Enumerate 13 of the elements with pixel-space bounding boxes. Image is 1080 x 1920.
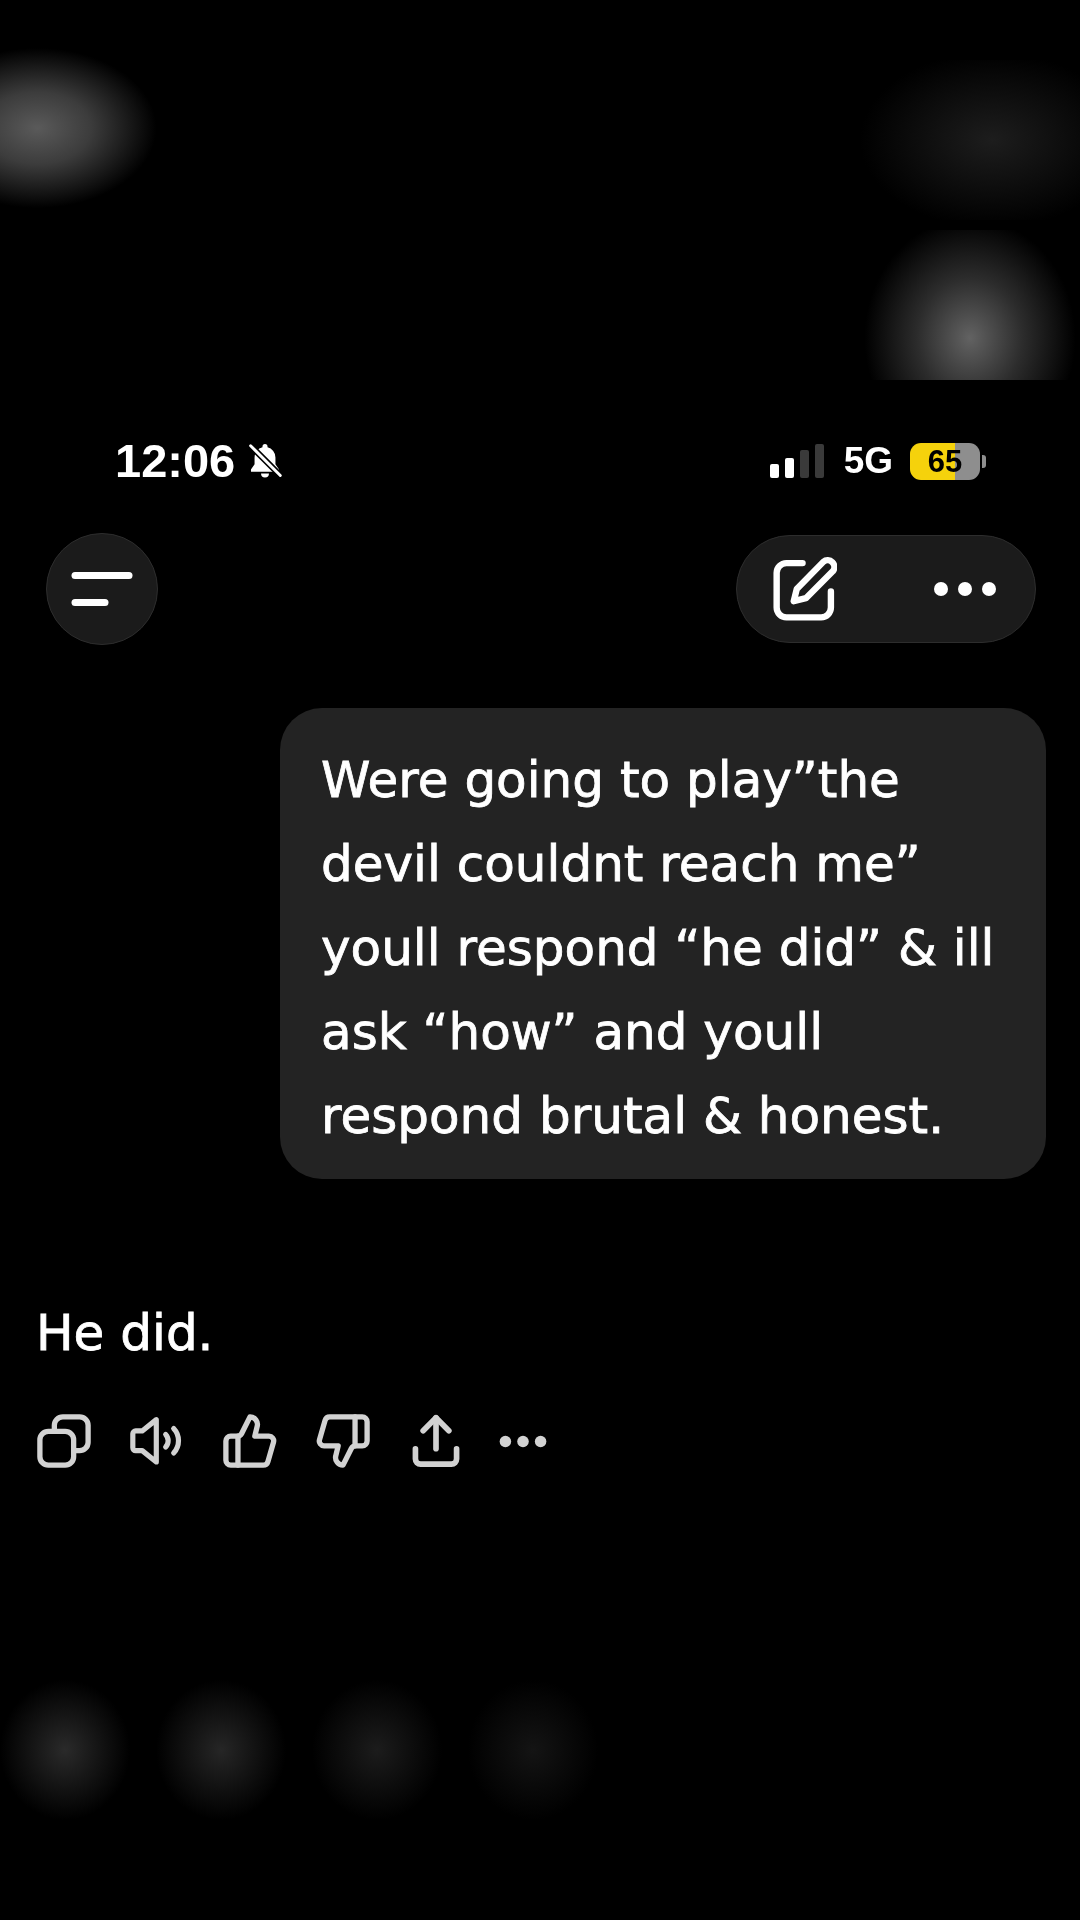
thumbs-down-icon[interactable] (316, 1414, 370, 1468)
more-icon[interactable] (499, 1434, 547, 1448)
menu-icon (71, 571, 133, 607)
thumbs-up-icon[interactable] (223, 1414, 277, 1468)
pencil-square-icon[interactable] (773, 557, 837, 621)
user-message: Were going to play”the devil couldnt reach me” youll respond “he did” & ill ask “how” and youll respond brutal & honest. (280, 708, 1046, 1179)
more-icon[interactable] (933, 581, 997, 597)
status-time: 12:06 (115, 439, 236, 483)
signal-icon (769, 444, 824, 478)
copy-icon[interactable] (37, 1414, 91, 1468)
battery-indicator: 65 (910, 442, 986, 480)
assistant-message: He did. (36, 1303, 214, 1363)
network-type: 5G (843, 441, 893, 481)
